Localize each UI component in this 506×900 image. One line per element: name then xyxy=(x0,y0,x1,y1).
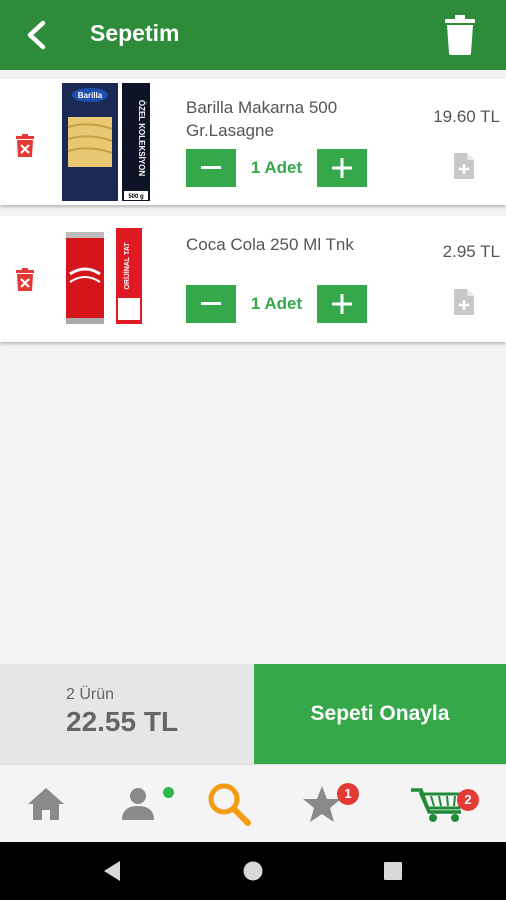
nav-home-button[interactable] xyxy=(223,842,283,900)
increase-quantity-button[interactable] xyxy=(317,285,367,323)
product-price: 2.95 TL xyxy=(442,242,500,261)
svg-text:Barilla: Barilla xyxy=(78,91,103,100)
nav-recents-icon xyxy=(384,862,402,880)
add-note-button[interactable] xyxy=(454,153,474,179)
add-note-icon xyxy=(454,153,474,179)
minus-icon xyxy=(201,302,221,305)
cart-item: ORİJİNAL TAT Coca Cola 250 Ml Tnk 2.95 T… xyxy=(0,216,506,342)
quantity-value: 1 Adet xyxy=(250,294,303,313)
trash-icon xyxy=(445,15,475,55)
page-title: Sepetim xyxy=(90,20,180,46)
clear-cart-button[interactable] xyxy=(444,15,476,55)
tab-cart[interactable]: 2 xyxy=(404,765,479,843)
tab-profile[interactable] xyxy=(108,765,174,843)
quantity-value: 1 Adet xyxy=(250,158,303,177)
quantity-stepper: 1 Adet xyxy=(186,149,367,187)
tab-search[interactable] xyxy=(198,765,260,843)
app-bar: Sepetim xyxy=(0,0,506,70)
back-arrow-icon xyxy=(27,20,46,50)
profile-icon xyxy=(122,788,154,820)
increase-quantity-button[interactable] xyxy=(317,149,367,187)
product-image-pasta: Barilla 500 g ÖZEL KOLEKSİYON xyxy=(60,83,152,201)
system-navigation-bar xyxy=(0,842,506,900)
bottom-tab-bar: 1 2 xyxy=(0,764,506,843)
soda-can-image: ORİJİNAL TAT xyxy=(66,228,142,324)
cart-summary: 2 Ürün 22.55 TL xyxy=(0,664,254,764)
plus-icon xyxy=(332,294,352,314)
search-icon xyxy=(208,783,251,826)
pasta-box-image: Barilla 500 g ÖZEL KOLEKSİYON xyxy=(62,83,150,201)
remove-item-button[interactable] xyxy=(15,134,35,158)
favorites-badge: 1 xyxy=(337,783,359,805)
nav-back-button[interactable] xyxy=(82,842,142,900)
add-note-icon xyxy=(454,289,474,315)
svg-text:ORİJİNAL TAT: ORİJİNAL TAT xyxy=(123,242,131,290)
decrease-quantity-button[interactable] xyxy=(186,285,236,323)
add-note-button[interactable] xyxy=(454,289,474,315)
product-name: Coca Cola 250 Ml Tnk xyxy=(186,235,354,254)
online-status-dot xyxy=(163,787,174,798)
product-name: Barilla Makarna 500 Gr.Lasagne xyxy=(186,98,338,140)
cart-item: Barilla 500 g ÖZEL KOLEKSİYON Barilla Ma… xyxy=(0,79,506,205)
nav-back-icon xyxy=(104,861,120,881)
cart-total: 22.55 TL xyxy=(66,706,179,737)
nav-home-icon xyxy=(243,861,263,881)
confirm-cart-button[interactable]: Sepeti Onayla xyxy=(254,664,506,764)
nav-recents-button[interactable] xyxy=(363,842,423,900)
svg-text:500 g: 500 g xyxy=(128,194,144,200)
tab-favorites[interactable]: 1 xyxy=(292,765,359,843)
tab-home[interactable] xyxy=(16,765,76,843)
svg-text:ÖZEL KOLEKSİYON: ÖZEL KOLEKSİYON xyxy=(137,100,146,177)
minus-icon xyxy=(201,166,221,169)
product-image-cola: ORİJİNAL TAT xyxy=(60,228,152,346)
delete-item-icon xyxy=(16,134,34,157)
item-count: 2 Ürün xyxy=(66,686,115,703)
quantity-stepper: 1 Adet xyxy=(186,285,367,323)
plus-icon xyxy=(332,158,352,178)
delete-item-icon xyxy=(16,268,34,291)
remove-item-button[interactable] xyxy=(15,268,35,292)
cart-badge: 2 xyxy=(457,789,479,811)
star-icon xyxy=(303,786,341,822)
home-icon xyxy=(28,788,64,820)
product-price: 19.60 TL xyxy=(433,107,500,126)
back-button[interactable] xyxy=(18,16,54,54)
decrease-quantity-button[interactable] xyxy=(186,149,236,187)
